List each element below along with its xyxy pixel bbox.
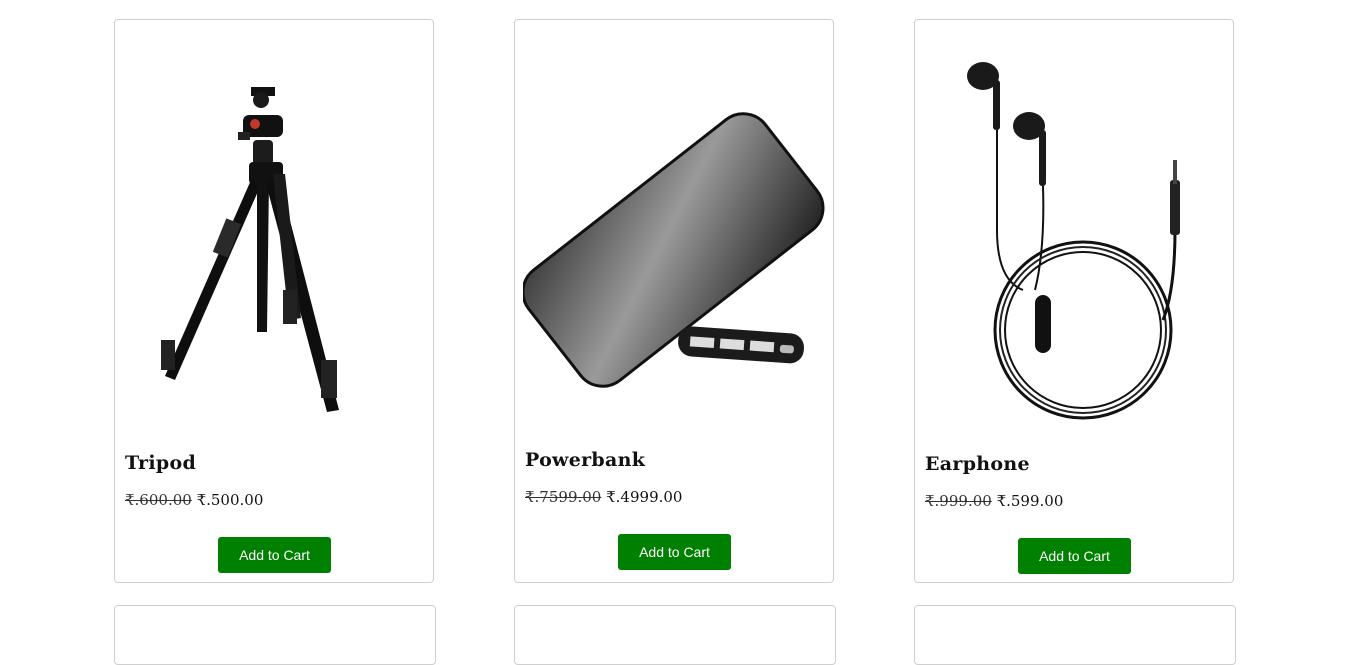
earphone-image — [967, 62, 1180, 420]
powerbank-image — [523, 112, 825, 388]
add-to-cart-button[interactable]: Add to Cart — [1018, 538, 1131, 574]
product-price: ₹.999.00 ₹.599.00 — [925, 492, 1063, 510]
new-price: ₹.500.00 — [196, 491, 264, 509]
new-price: ₹.599.00 — [996, 492, 1064, 510]
product-price: ₹.7599.00 ₹.4999.00 — [525, 488, 682, 506]
product-card-earphone: Earphone ₹.999.00 ₹.599.00 Add to Cart — [914, 19, 1234, 583]
product-title: Tripod — [125, 452, 197, 474]
old-price: ₹.600.00 — [125, 491, 192, 509]
product-price: ₹.600.00 ₹.500.00 — [125, 491, 263, 509]
new-price: ₹.4999.00 — [606, 488, 683, 506]
product-card-powerbank: Powerbank ₹.7599.00 ₹.4999.00 Add to Car… — [514, 19, 834, 583]
add-to-cart-button[interactable]: Add to Cart — [218, 537, 331, 573]
product-card-next-row — [114, 605, 436, 665]
product-card-next-row — [914, 605, 1236, 665]
product-card-next-row — [514, 605, 836, 665]
add-to-cart-button[interactable]: Add to Cart — [618, 534, 731, 570]
product-card-tripod: Tripod ₹.600.00 ₹.500.00 Add to Cart — [114, 19, 434, 583]
old-price: ₹.999.00 — [925, 492, 992, 510]
product-title: Earphone — [925, 453, 1030, 475]
product-title: Powerbank — [525, 449, 646, 471]
tripod-image — [161, 87, 339, 412]
old-price: ₹.7599.00 — [525, 488, 602, 506]
